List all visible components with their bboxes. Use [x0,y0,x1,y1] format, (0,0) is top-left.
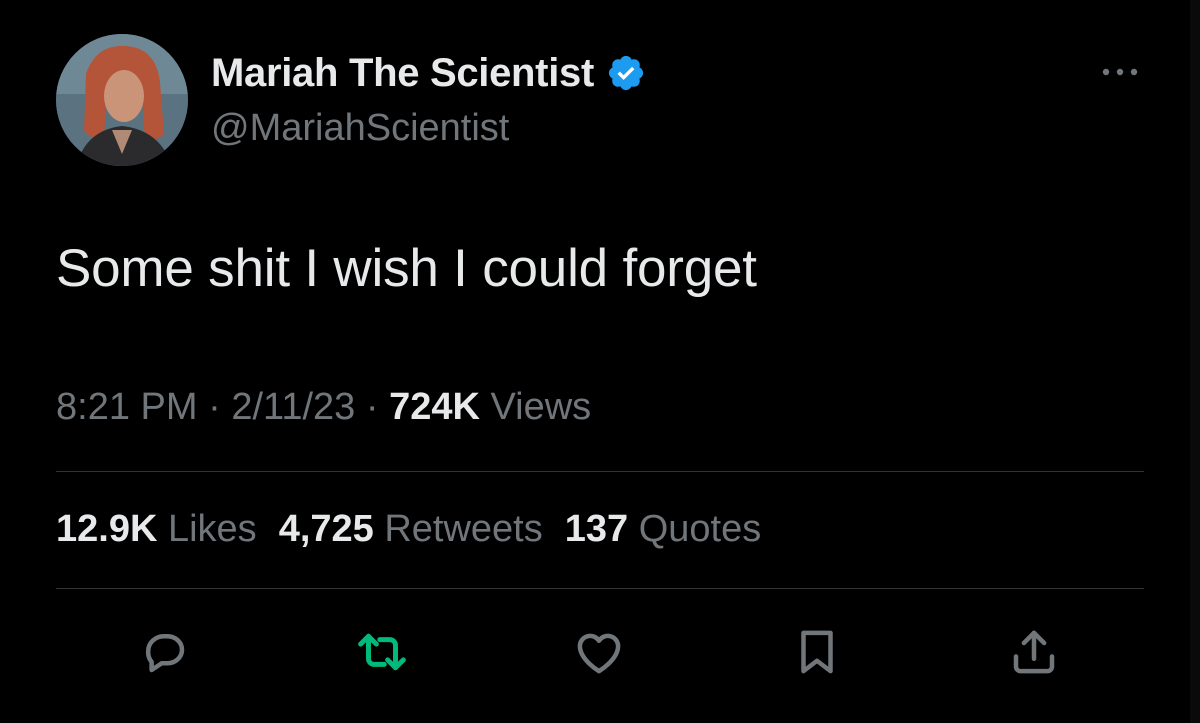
retweets-stat[interactable]: 4,725 Retweets [279,508,543,550]
author-display-name[interactable]: Mariah The Scientist [211,51,594,96]
more-options-icon[interactable] [1098,62,1142,82]
meta-separator: · [197,386,232,428]
meta-separator: · [355,386,390,428]
tweet-date[interactable]: 2/11/23 [231,386,355,428]
tweet-stats: 12.9K Likes 4,725 Retweets 137 Quotes [56,508,761,551]
bookmark-icon[interactable] [790,625,844,679]
likes-label: Likes [157,508,257,550]
share-icon[interactable] [1007,625,1061,679]
views-count: 724K [389,386,480,428]
divider [56,588,1144,589]
verified-badge-icon [608,55,644,91]
reply-icon[interactable] [137,625,191,679]
tweet-text: Some shit I wish I could forget [56,239,757,298]
quotes-stat[interactable]: 137 Quotes [565,508,761,550]
author-name-row[interactable]: Mariah The Scientist [211,50,646,96]
retweets-count: 4,725 [278,508,374,550]
views-label: Views [479,386,592,428]
likes-count: 12.9K [56,508,158,550]
quotes-label: Quotes [628,508,762,550]
quotes-count: 137 [564,508,629,550]
retweet-icon[interactable] [355,625,409,679]
window-edge [1190,0,1200,723]
likes-stat[interactable]: 12.9K Likes [56,508,257,550]
author-handle[interactable]: @MariahScientist [211,107,509,150]
tweet-meta: 8:21 PM · 2/11/23 · 724K Views [56,386,591,429]
retweets-label: Retweets [373,508,543,550]
avatar[interactable] [56,34,188,166]
divider [56,471,1144,472]
heart-icon[interactable] [572,625,626,679]
tweet: Mariah The Scientist @MariahScientist So… [0,0,1200,723]
tweet-time[interactable]: 8:21 PM [56,386,198,428]
avatar-image [56,34,188,166]
